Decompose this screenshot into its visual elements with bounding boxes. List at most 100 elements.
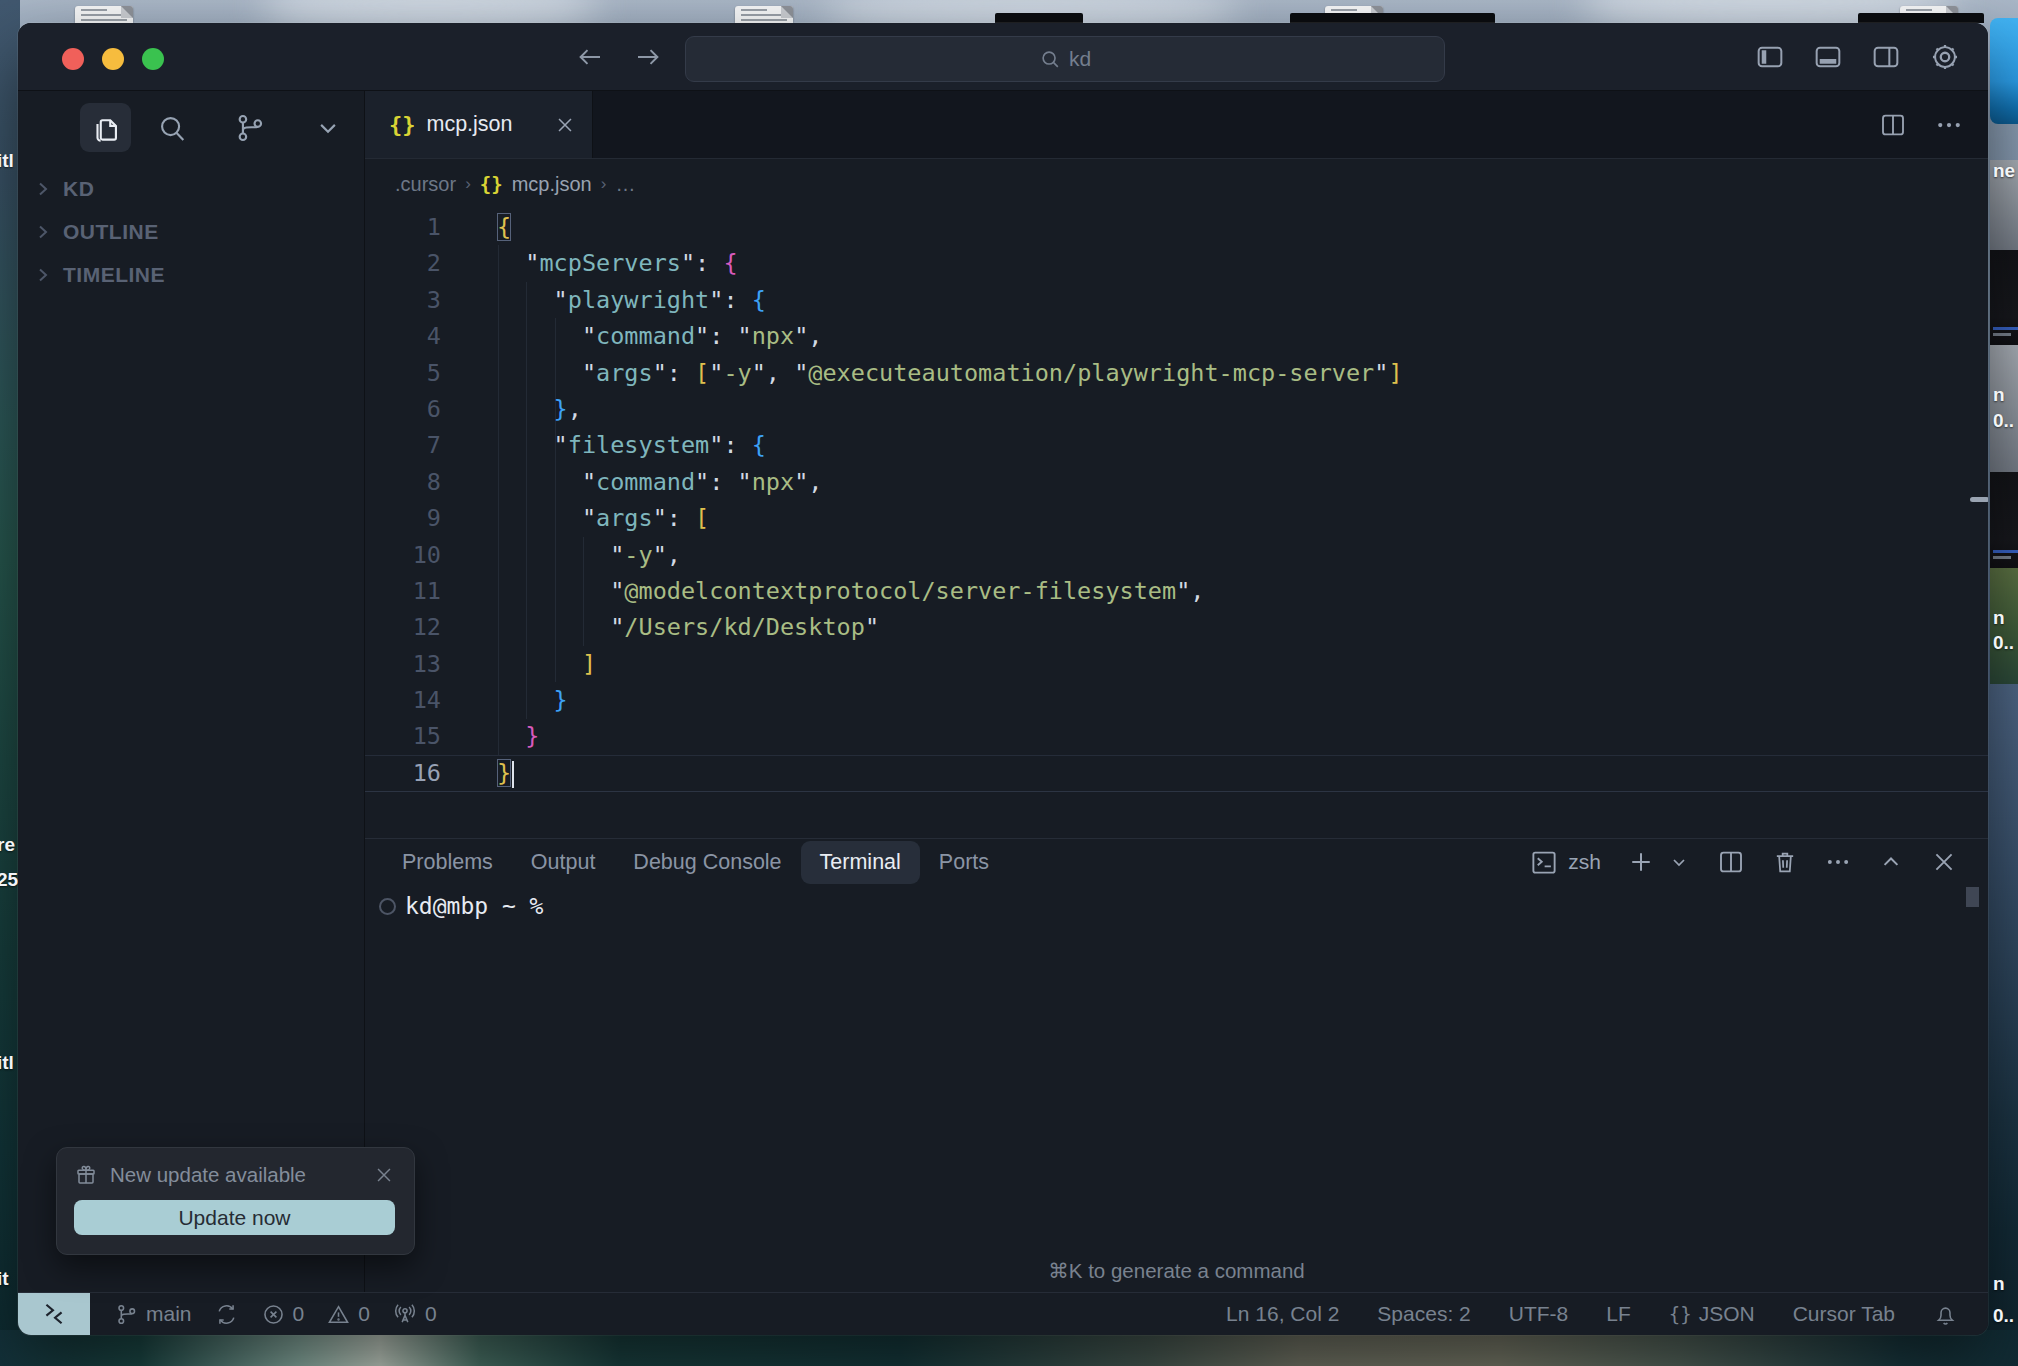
panel-tab-debug-console[interactable]: Debug Console <box>633 850 781 875</box>
code-line: 3 "playwright": { <box>365 282 1988 318</box>
json-file-icon: {} <box>389 112 416 137</box>
split-editor-icon[interactable] <box>1878 110 1908 140</box>
code-line: 1{ <box>365 209 1988 245</box>
branch-icon <box>114 1302 139 1327</box>
app-window: kd KDOUTLINETIMELINE {} mcp.json <box>18 23 1988 1335</box>
gift-icon <box>74 1163 98 1187</box>
status-lf[interactable]: LF <box>1606 1302 1631 1326</box>
code-line: 7 "filesystem": { <box>365 427 1988 463</box>
status-0[interactable]: 0 <box>326 1302 370 1327</box>
broadcast-icon <box>392 1301 418 1327</box>
command-status-circle <box>379 898 396 915</box>
traffic-lights <box>62 48 164 70</box>
sync-icon <box>214 1302 239 1327</box>
text-cursor <box>512 761 514 788</box>
desktop-thumbnail <box>1990 345 2018 472</box>
terminal[interactable]: kd@mbp ~ % ⌘K to generate a command <box>365 885 1988 1292</box>
source-control-icon[interactable] <box>224 103 275 152</box>
search-sidebar-icon[interactable] <box>146 103 197 152</box>
editor-more-actions-icon[interactable] <box>1934 110 1964 140</box>
close-window-button[interactable] <box>62 48 84 70</box>
code-line: 9 "args": [ <box>365 500 1988 536</box>
code-line: 6 }, <box>365 391 1988 427</box>
scrollbar-handle[interactable] <box>1970 497 1988 502</box>
sidebar-more-chevron-icon[interactable] <box>302 103 353 152</box>
breadcrumb-file[interactable]: mcp.json <box>512 173 592 196</box>
toast-close-icon[interactable] <box>373 1164 395 1186</box>
nav-back-icon[interactable] <box>575 42 605 72</box>
status-cursor-tab[interactable]: Cursor Tab <box>1793 1302 1895 1326</box>
code-line: 16} <box>365 755 1988 791</box>
zoom-window-button[interactable] <box>142 48 164 70</box>
bottom-panel: Problems Output Debug Console Terminal Ports… <box>365 838 1988 1292</box>
status-bell[interactable] <box>1933 1302 1958 1327</box>
desktop-thumbnail <box>1990 250 2018 345</box>
update-now-button[interactable]: Update now <box>74 1200 395 1235</box>
status-sync[interactable] <box>214 1302 239 1327</box>
terminal-dropdown-chevron-icon[interactable] <box>1667 850 1691 874</box>
chevron-right-icon <box>31 177 55 201</box>
terminal-shell[interactable]: zsh <box>1529 847 1601 877</box>
titlebar: kd <box>18 23 1988 91</box>
code-line: 15 } <box>365 718 1988 754</box>
toggle-panel-icon[interactable] <box>1812 41 1844 73</box>
remote-icon <box>41 1301 67 1327</box>
explorer-icon[interactable] <box>80 103 131 152</box>
status-json[interactable]: {}JSON <box>1669 1302 1755 1326</box>
panel-more-actions-icon[interactable] <box>1824 848 1852 876</box>
chevron-right-icon <box>31 220 55 244</box>
search-icon <box>1039 48 1061 70</box>
status-0[interactable]: 0 <box>261 1302 305 1327</box>
breadcrumb[interactable]: .cursor › {} mcp.json › … <box>365 159 1988 209</box>
panel-tab-output[interactable]: Output <box>531 850 596 875</box>
code-line: 11 "@modelcontextprotocol/server-filesys… <box>365 573 1988 609</box>
warning-icon <box>326 1302 351 1327</box>
tab-mcp-json[interactable]: {} mcp.json <box>365 91 593 158</box>
status-ln-16-col-2[interactable]: Ln 16, Col 2 <box>1226 1302 1339 1326</box>
remote-indicator[interactable] <box>18 1293 90 1336</box>
split-terminal-icon[interactable] <box>1716 847 1746 877</box>
code-line: 14 } <box>365 682 1988 718</box>
sidebar-section-timeline[interactable]: TIMELINE <box>18 253 364 296</box>
bell-icon <box>1933 1302 1958 1327</box>
desktop-thumbnail <box>1990 18 2018 124</box>
tab-close-icon[interactable] <box>554 114 576 136</box>
status-0[interactable]: 0 <box>392 1301 437 1327</box>
status-spaces-2[interactable]: Spaces: 2 <box>1377 1302 1470 1326</box>
chevron-right-icon <box>31 263 55 287</box>
code-line: 10 "-y", <box>365 537 1988 573</box>
tab-bar: {} mcp.json <box>365 91 1988 159</box>
breadcrumb-more[interactable]: … <box>615 173 635 196</box>
close-panel-icon[interactable] <box>1930 848 1958 876</box>
status-utf-8[interactable]: UTF-8 <box>1509 1302 1569 1326</box>
maximize-panel-chevron-icon[interactable] <box>1877 848 1905 876</box>
nav-forward-icon[interactable] <box>633 42 663 72</box>
panel-tab-terminal[interactable]: Terminal <box>801 841 920 884</box>
desktop-thumbnail <box>1990 472 2018 568</box>
settings-gear-icon[interactable] <box>1928 40 1962 74</box>
new-terminal-icon[interactable] <box>1626 847 1656 877</box>
breadcrumb-separator: › <box>465 174 471 194</box>
sidebar-section-kd[interactable]: KD <box>18 167 364 210</box>
command-center-search[interactable]: kd <box>685 36 1445 82</box>
kill-terminal-icon[interactable] <box>1771 848 1799 876</box>
code-editor[interactable]: 1{2 "mcpServers": {3 "playwright": {4 "c… <box>365 209 1988 838</box>
panel-tab-ports[interactable]: Ports <box>939 850 989 875</box>
panel-tab-problems[interactable]: Problems <box>402 850 493 875</box>
sidebar-section-outline[interactable]: OUTLINE <box>18 210 364 253</box>
sidebar: KDOUTLINETIMELINE <box>18 91 365 1292</box>
search-text: kd <box>1069 47 1091 71</box>
toggle-primary-sidebar-icon[interactable] <box>1754 41 1786 73</box>
json-file-icon: {} <box>480 173 503 195</box>
minimize-window-button[interactable] <box>102 48 124 70</box>
code-line: 13 ] <box>365 646 1988 682</box>
code-line: 8 "command": "npx", <box>365 464 1988 500</box>
breadcrumb-folder[interactable]: .cursor <box>395 173 456 196</box>
terminal-scrollbar[interactable] <box>1966 887 1979 907</box>
status-main[interactable]: main <box>114 1302 192 1327</box>
toggle-secondary-sidebar-icon[interactable] <box>1870 41 1902 73</box>
terminal-hint: ⌘K to generate a command <box>365 1259 1988 1283</box>
terminal-prompt: kd@mbp ~ % <box>405 893 543 919</box>
terminal-icon <box>1529 847 1559 877</box>
panel-header: Problems Output Debug Console Terminal Ports… <box>365 839 1988 885</box>
